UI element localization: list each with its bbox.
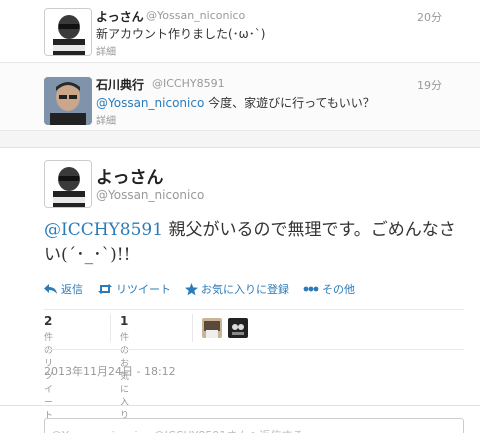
- user-handle[interactable]: @Yossan_niconico: [96, 188, 204, 202]
- retweet-count-value: 2: [44, 314, 53, 328]
- tweet-actions: 返信 リツイート お気に入りに登録 その他: [44, 281, 369, 297]
- tweet-body: 今度、家遊びに行ってもいい？: [204, 96, 375, 110]
- more-button[interactable]: その他: [303, 281, 355, 297]
- detail-link[interactable]: 詳細: [96, 43, 116, 58]
- favorite-button[interactable]: お気に入りに登録: [185, 281, 289, 297]
- retweet-button[interactable]: リツイート: [97, 281, 171, 297]
- user-handle[interactable]: @Yossan_niconico: [146, 9, 245, 22]
- favorite-count-value: 1: [120, 314, 129, 328]
- tweet-text: @Yossan_niconico 今度、家遊びに行ってもいい？: [96, 94, 375, 111]
- reply-button[interactable]: 返信: [44, 281, 83, 297]
- reply-label: 返信: [61, 283, 83, 296]
- display-name[interactable]: 石川典行: [96, 76, 144, 93]
- retweet-label: リツイート: [116, 283, 171, 296]
- retweet-icon: [98, 284, 112, 294]
- divider: [44, 349, 464, 350]
- tweet-item[interactable]: 石川典行 @ICCHY8591 19分 @Yossan_niconico 今度、…: [0, 63, 480, 131]
- divider: [44, 309, 464, 310]
- avatar[interactable]: [44, 8, 92, 56]
- divider: [0, 405, 480, 406]
- avatar[interactable]: [228, 318, 248, 338]
- mention-link[interactable]: @ICCHY8591: [44, 220, 163, 240]
- reply-input[interactable]: @Yossan_niconico @ICCHY8591さんへ返信する: [44, 418, 464, 433]
- avatar[interactable]: [44, 160, 92, 208]
- avatar[interactable]: [202, 318, 222, 338]
- tweet-time[interactable]: 20分: [417, 9, 442, 25]
- more-icon: [303, 286, 319, 292]
- star-icon: [185, 282, 198, 295]
- user-handle[interactable]: @ICCHY8591: [152, 77, 225, 90]
- favorite-label: お気に入りに登録: [201, 283, 289, 296]
- divider: [0, 131, 480, 148]
- tweet-text: @ICCHY8591 親父がいるので無理です。ごめんなさい(´･_･`)!!: [44, 218, 464, 268]
- main-tweet: よっさん @Yossan_niconico @ICCHY8591 親父がいるので…: [0, 148, 480, 421]
- mention-link[interactable]: @Yossan_niconico: [96, 96, 204, 110]
- tweet-text: 新アカウント作りました(･ω･`): [96, 27, 266, 41]
- more-label: その他: [322, 283, 355, 296]
- reply-icon: [44, 284, 57, 294]
- display-name[interactable]: よっさん: [96, 8, 144, 25]
- tweet-item[interactable]: よっさん @Yossan_niconico 20分 新アカウント作りました(･ω…: [0, 0, 480, 63]
- tweet-timestamp[interactable]: 2013年11月24日 - 18:12: [44, 363, 176, 379]
- tweet-time[interactable]: 19分: [417, 77, 442, 93]
- divider: [110, 314, 111, 342]
- divider: [192, 314, 193, 342]
- detail-link[interactable]: 詳細: [96, 112, 116, 127]
- avatar[interactable]: [44, 77, 92, 125]
- display-name[interactable]: よっさん: [96, 163, 164, 188]
